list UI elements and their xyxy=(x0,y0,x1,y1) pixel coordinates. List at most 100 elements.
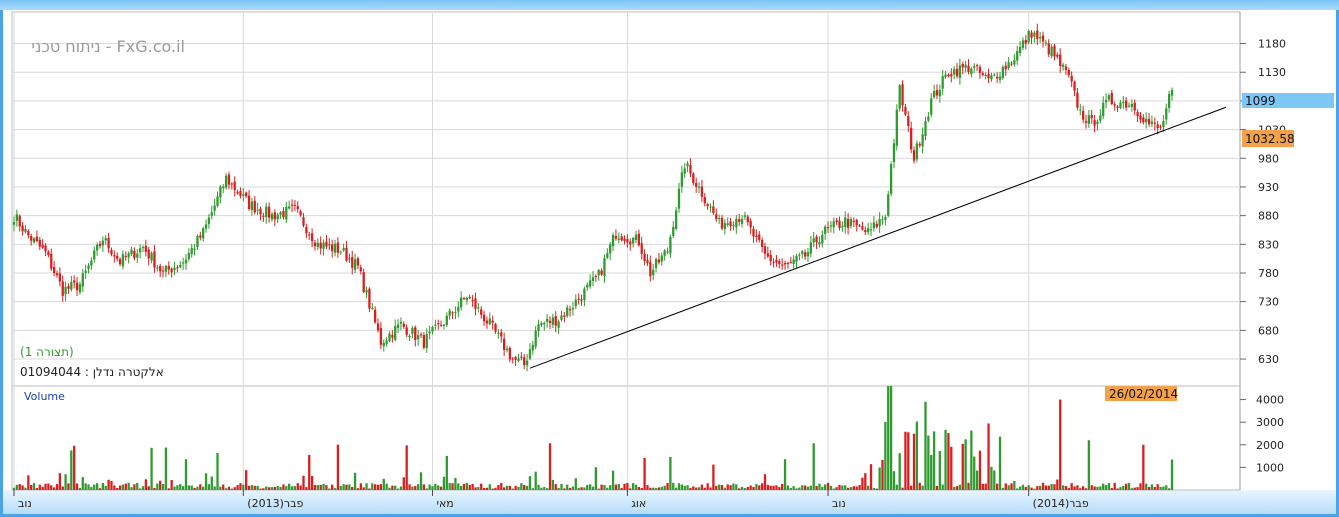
volume-bar xyxy=(769,485,772,490)
candle-body xyxy=(769,254,772,261)
candle-body xyxy=(631,237,635,244)
candle-body xyxy=(1061,64,1065,67)
volume-bar xyxy=(990,466,993,490)
candle-body xyxy=(293,204,297,206)
candle-body xyxy=(374,309,377,323)
volume-bar xyxy=(998,436,1002,490)
candle-body xyxy=(328,244,331,246)
volume-bar xyxy=(548,443,552,490)
volume-bar xyxy=(795,488,798,490)
candle-body xyxy=(93,250,96,260)
volume-panel[interactable] xyxy=(11,385,1241,491)
candle-body xyxy=(858,225,861,227)
candle-body xyxy=(1013,60,1016,65)
volume-bar xyxy=(58,473,62,490)
candle-body xyxy=(1119,102,1122,108)
candle-body xyxy=(517,358,520,361)
candle-body xyxy=(190,247,193,255)
candle-body xyxy=(930,98,933,115)
candle-body xyxy=(600,270,603,275)
candle-body xyxy=(500,332,503,337)
candle-body xyxy=(391,334,394,338)
volume-bar xyxy=(419,472,423,490)
candle-body xyxy=(523,357,526,366)
volume-bar xyxy=(915,421,919,490)
volume-bar xyxy=(557,487,560,490)
volume-bar xyxy=(50,485,53,490)
volume-bar xyxy=(677,483,681,490)
candle-body xyxy=(657,259,661,263)
volume-bar xyxy=(1081,486,1085,490)
volume-bar xyxy=(1127,482,1131,490)
volume-bar xyxy=(551,479,555,490)
candle-body xyxy=(740,218,744,224)
candle-body xyxy=(176,267,179,269)
candle-body xyxy=(674,210,678,229)
volume-bar xyxy=(975,470,979,490)
volume-bar xyxy=(227,486,231,490)
candle-body xyxy=(230,183,233,185)
candle-body xyxy=(233,181,236,190)
volume-bar xyxy=(841,485,844,490)
volume-bar xyxy=(262,488,265,490)
candle-body xyxy=(663,250,666,256)
volume-bar xyxy=(485,487,489,490)
candle-body xyxy=(712,206,715,214)
candle-body xyxy=(267,206,271,218)
volume-bar xyxy=(560,483,563,490)
candle-body xyxy=(319,242,322,249)
candle-body xyxy=(216,196,219,206)
chart-svg[interactable]: 6306807307808308809309801030108011301180… xyxy=(0,0,1339,517)
volume-bar xyxy=(138,488,142,490)
candle-body xyxy=(649,262,652,277)
support-value: 1032.58 xyxy=(1245,132,1295,146)
volume-bar xyxy=(230,488,233,490)
date-value: 26/02/2014 xyxy=(1109,387,1178,401)
candle-body xyxy=(141,247,145,249)
candle-body xyxy=(990,75,993,80)
candle-body xyxy=(462,298,466,300)
volume-bar xyxy=(566,484,569,490)
view-label: (תצורה 1) xyxy=(20,345,74,359)
volume-bar xyxy=(872,488,876,490)
volume-bar xyxy=(339,485,342,490)
candle-body xyxy=(646,260,649,263)
candle-body xyxy=(1153,122,1156,124)
volume-bar xyxy=(895,484,898,490)
volume-bar xyxy=(474,487,477,490)
time-axis: נוב פבר(2013) מאי אוג נוב פבר(2014) xyxy=(13,490,1089,510)
volume-bar xyxy=(749,485,752,490)
candle-body xyxy=(270,213,274,220)
candle-body xyxy=(557,321,560,328)
volume-bar xyxy=(849,487,853,490)
volume-bar xyxy=(267,487,271,490)
candle-body xyxy=(921,134,924,147)
volume-bar xyxy=(706,483,709,490)
candle-body xyxy=(15,214,19,221)
candle-body xyxy=(41,244,44,248)
volume-bar xyxy=(973,456,976,490)
volume-bar xyxy=(783,459,787,490)
volume-bar xyxy=(775,485,778,490)
volume-bar xyxy=(875,488,878,490)
volume-bar xyxy=(901,487,904,490)
volume-bar xyxy=(471,483,474,490)
volume-bar xyxy=(631,483,635,490)
candle-body xyxy=(116,255,119,259)
candle-body xyxy=(758,234,761,240)
candle-body xyxy=(32,238,36,243)
volume-bar xyxy=(858,485,861,490)
candle-body xyxy=(898,85,901,109)
volume-bar xyxy=(213,486,216,490)
volume-bar xyxy=(846,487,850,490)
candle-body xyxy=(640,243,643,254)
volume-bar xyxy=(755,484,758,490)
volume-bar xyxy=(634,484,638,490)
candle-body xyxy=(187,252,190,260)
volume-bar xyxy=(224,488,228,490)
volume-tick-label: 4000 xyxy=(1256,394,1284,407)
candle-body xyxy=(305,226,308,234)
candle-body xyxy=(586,284,589,288)
volume-bar xyxy=(666,482,669,490)
volume-bar xyxy=(520,483,523,490)
